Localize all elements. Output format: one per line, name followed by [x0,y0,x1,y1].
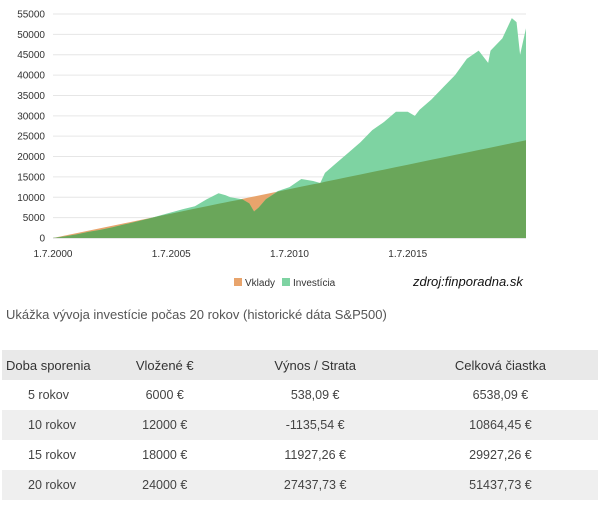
legend-label-vklady: Vklady [245,278,275,289]
savings-table: Doba sporenia Vložené € Výnos / Strata C… [2,350,598,500]
source-note: zdroj:finporadna.sk [413,274,523,289]
cell-return: 11927,26 € [227,440,403,470]
table-row: 5 rokov 6000 € 538,09 € 6538,09 € [2,380,598,410]
legend-swatch-vklady [234,278,242,286]
y-tick-label: 55000 [17,10,45,21]
cell-period: 20 rokov [2,470,102,500]
cell-return: -1135,54 € [227,410,403,440]
table-header-row: Doba sporenia Vložené € Výnos / Strata C… [2,350,598,380]
table-row: 15 rokov 18000 € 11927,26 € 29927,26 € [2,440,598,470]
y-tick-label: 45000 [17,50,45,61]
x-tick-label: 1.7.2010 [270,249,309,260]
cell-deposited: 12000 € [102,410,228,440]
cell-total: 10864,45 € [402,410,598,440]
cell-period: 15 rokov [2,440,102,470]
table-row: 20 rokov 24000 € 27437,73 € 51437,73 € [2,470,598,500]
cell-deposited: 24000 € [102,470,228,500]
y-tick-label: 10000 [17,193,45,204]
area-overlap [53,140,526,238]
chart-legend: Vklady Investícia [234,278,336,289]
header-vynos-strata: Výnos / Strata [227,350,403,380]
cell-total: 29927,26 € [402,440,598,470]
y-axis-ticks: 0 5000 10000 15000 20000 25000 30000 35000 40000… [17,10,45,245]
x-axis-ticks: 1.7.2000 1.7.2005 1.7.2010 1.7.2015 [34,249,428,260]
header-doba-sporenia: Doba sporenia [2,350,102,380]
x-tick-label: 1.7.2015 [388,249,427,260]
cell-total: 6538,09 € [402,380,598,410]
cell-deposited: 18000 € [102,440,228,470]
x-tick-label: 1.7.2005 [152,249,191,260]
header-vlozene: Vložené € [102,350,228,380]
y-tick-label: 0 [39,234,45,245]
chart-areas [53,18,526,239]
cell-deposited: 6000 € [102,380,228,410]
y-tick-label: 40000 [17,71,45,82]
legend-swatch-investicia [282,278,290,286]
x-tick-label: 1.7.2000 [34,249,73,260]
y-tick-label: 5000 [23,213,46,224]
cell-period: 5 rokov [2,380,102,410]
header-celkova-ciastka: Celková čiastka [402,350,598,380]
y-tick-label: 35000 [17,91,45,102]
legend-label-investicia: Investícia [293,278,336,289]
y-tick-label: 50000 [17,30,45,41]
cell-total: 51437,73 € [402,470,598,500]
table-row: 10 rokov 12000 € -1135,54 € 10864,45 € [2,410,598,440]
y-tick-label: 20000 [17,152,45,163]
cell-return: 538,09 € [227,380,403,410]
cell-period: 10 rokov [2,410,102,440]
y-tick-label: 30000 [17,111,45,122]
chart-caption: Ukážka vývoja investície počas 20 rokov … [6,307,387,322]
cell-return: 27437,73 € [227,470,403,500]
y-tick-label: 25000 [17,132,45,143]
y-tick-label: 15000 [17,172,45,183]
investment-chart: 0 5000 10000 15000 20000 25000 30000 35000 40000… [17,10,526,289]
